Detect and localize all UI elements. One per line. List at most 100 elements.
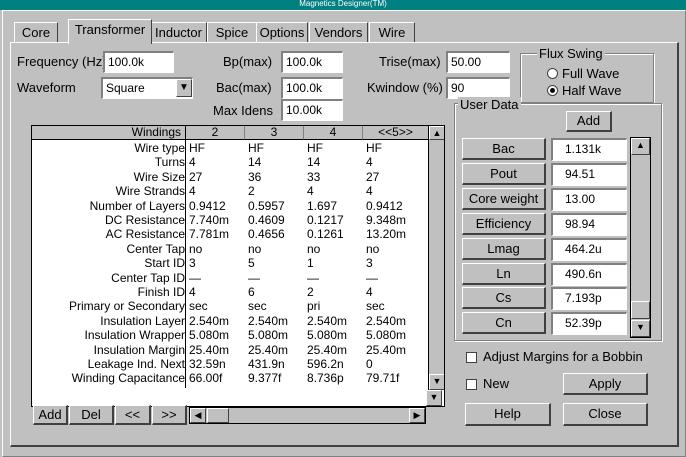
table-cell[interactable]: 5.080m xyxy=(307,329,347,342)
table-cell[interactable]: 27 xyxy=(189,170,202,184)
maxidens-field[interactable]: 10.00k xyxy=(281,99,343,121)
table-cell[interactable]: 4 xyxy=(189,286,196,299)
adjust-margins-checkbox[interactable] xyxy=(466,352,477,363)
add-user-data-button[interactable]: Add xyxy=(566,111,612,132)
table-cell[interactable]: 0 xyxy=(366,358,373,371)
table-cell[interactable]: 2 xyxy=(248,185,255,198)
user-data-value[interactable]: 1.131k xyxy=(551,138,627,161)
table-cell[interactable]: sec xyxy=(189,300,208,313)
user-data-value[interactable]: 52.39p xyxy=(551,312,627,336)
table-cell[interactable]: 3 xyxy=(189,257,196,270)
tab-spice[interactable]: Spice xyxy=(207,22,257,43)
table-cell[interactable]: — xyxy=(248,271,260,285)
user-data-item-button[interactable]: Cs xyxy=(462,287,546,310)
user-data-item-button[interactable]: Ln xyxy=(462,262,546,285)
table-cell[interactable]: 0.5957 xyxy=(248,199,285,213)
table-cell[interactable]: — xyxy=(189,271,201,285)
scroll-up-icon[interactable]: ▲ xyxy=(631,138,650,155)
table-cell[interactable]: 4 xyxy=(366,185,373,198)
table-cell[interactable]: 5.080m xyxy=(366,329,406,342)
grid-vscrollbar[interactable]: ▲ ▼ xyxy=(428,126,444,390)
table-cell[interactable]: 25.40m xyxy=(189,343,229,357)
table-cell[interactable]: HF xyxy=(189,142,205,155)
table-cell[interactable]: 27 xyxy=(366,170,379,184)
scroll-down-icon[interactable]: ▼ xyxy=(631,320,650,337)
table-cell[interactable]: 5.080m xyxy=(248,329,288,342)
half-wave-radio[interactable] xyxy=(547,85,558,96)
table-cell[interactable]: 36 xyxy=(248,170,261,184)
tab-core[interactable]: Core xyxy=(14,22,58,43)
user-data-item-button[interactable]: Bac xyxy=(462,138,546,160)
user-data-value[interactable]: 490.6n xyxy=(551,262,627,286)
waveform-select[interactable]: Square ▼ xyxy=(101,77,193,99)
table-cell[interactable]: — xyxy=(307,271,319,285)
tab-options[interactable]: Options xyxy=(256,22,308,43)
new-checkbox[interactable] xyxy=(466,379,477,390)
tab-vendors[interactable]: Vendors xyxy=(309,22,368,43)
add-winding-button[interactable]: Add xyxy=(33,405,68,425)
table-cell[interactable]: 13.20m xyxy=(366,228,406,241)
help-button[interactable]: Help xyxy=(465,403,551,426)
user-data-value[interactable]: 13.00 xyxy=(551,187,627,211)
table-cell[interactable]: 2.540m xyxy=(189,314,229,328)
table-cell[interactable]: 1 xyxy=(307,257,314,270)
user-data-item-button[interactable]: Lmag xyxy=(462,237,546,260)
table-cell[interactable]: 0.1261 xyxy=(307,228,344,241)
frequency-field[interactable]: 100.0k xyxy=(103,51,174,73)
table-cell[interactable]: 0.4656 xyxy=(248,228,285,241)
scroll-down-icon[interactable]: ▼ xyxy=(426,390,442,406)
table-cell[interactable]: 79.71f xyxy=(366,372,399,385)
table-cell[interactable]: no xyxy=(248,242,261,256)
table-cell[interactable]: 32.59n xyxy=(189,358,226,371)
kwindow-field[interactable]: 90 xyxy=(446,77,510,99)
scroll-right-icon[interactable]: ▶ xyxy=(409,408,425,423)
table-cell[interactable]: — xyxy=(366,271,378,285)
table-cell[interactable]: 596.2n xyxy=(307,358,344,371)
col-header[interactable]: 2 xyxy=(185,126,244,140)
scroll-left-icon[interactable]: ◀ xyxy=(190,408,206,423)
tab-inductor[interactable]: Inductor xyxy=(150,22,207,43)
apply-button[interactable]: Apply xyxy=(563,373,648,395)
table-cell[interactable]: no xyxy=(189,242,202,256)
prev-winding-button[interactable]: << xyxy=(115,405,151,425)
table-cell[interactable]: 2.540m xyxy=(248,314,288,328)
table-cell[interactable]: 25.40m xyxy=(307,343,347,357)
table-cell[interactable]: HF xyxy=(366,142,382,155)
next-winding-button[interactable]: >> xyxy=(152,405,187,425)
close-button[interactable]: Close xyxy=(563,403,648,426)
user-data-item-button[interactable]: Cn xyxy=(462,312,546,335)
bpmax-field[interactable]: 100.0k xyxy=(281,51,343,73)
user-data-scrollbar[interactable]: ▲ ▼ xyxy=(630,137,651,338)
table-cell[interactable]: 6 xyxy=(248,286,255,299)
table-cell[interactable]: 431.9n xyxy=(248,358,285,371)
trise-field[interactable]: 50.00 xyxy=(446,51,510,73)
user-data-item-button[interactable]: Pout xyxy=(462,162,546,185)
table-cell[interactable]: 4 xyxy=(366,286,373,299)
table-cell[interactable]: 4 xyxy=(189,185,196,198)
table-cell[interactable]: 7.740m xyxy=(189,214,229,227)
user-data-item-button[interactable]: Efficiency xyxy=(462,212,546,235)
table-cell[interactable]: 4 xyxy=(307,185,314,198)
table-cell[interactable]: 1.697 xyxy=(307,199,337,213)
user-data-value[interactable]: 7.193p xyxy=(551,287,627,311)
scroll-thumb[interactable] xyxy=(631,301,650,319)
tab-wire[interactable]: Wire xyxy=(369,22,415,43)
table-cell[interactable]: 9.348m xyxy=(366,214,406,227)
table-cell[interactable]: HF xyxy=(248,142,264,155)
delete-winding-button[interactable]: Del xyxy=(69,405,114,425)
user-data-item-button[interactable]: Core weight xyxy=(462,187,546,210)
table-cell[interactable]: 0.9412 xyxy=(366,199,403,213)
grid-hscrollbar[interactable]: ◀ ▶ xyxy=(189,407,426,424)
table-cell[interactable]: 66.00f xyxy=(189,372,222,385)
table-cell[interactable]: 2 xyxy=(307,286,314,299)
table-cell[interactable]: 25.40m xyxy=(248,343,288,357)
table-cell[interactable]: 0.9412 xyxy=(189,199,226,213)
table-cell[interactable]: 3 xyxy=(366,257,373,270)
table-cell[interactable]: HF xyxy=(307,142,323,155)
tab-transformer[interactable]: Transformer xyxy=(68,19,152,44)
user-data-value[interactable]: 94.51 xyxy=(551,162,627,186)
user-data-value[interactable]: 464.2u xyxy=(551,237,627,261)
table-cell[interactable]: 4 xyxy=(366,156,373,169)
table-cell[interactable]: no xyxy=(366,242,379,256)
table-cell[interactable]: 4 xyxy=(189,156,196,169)
